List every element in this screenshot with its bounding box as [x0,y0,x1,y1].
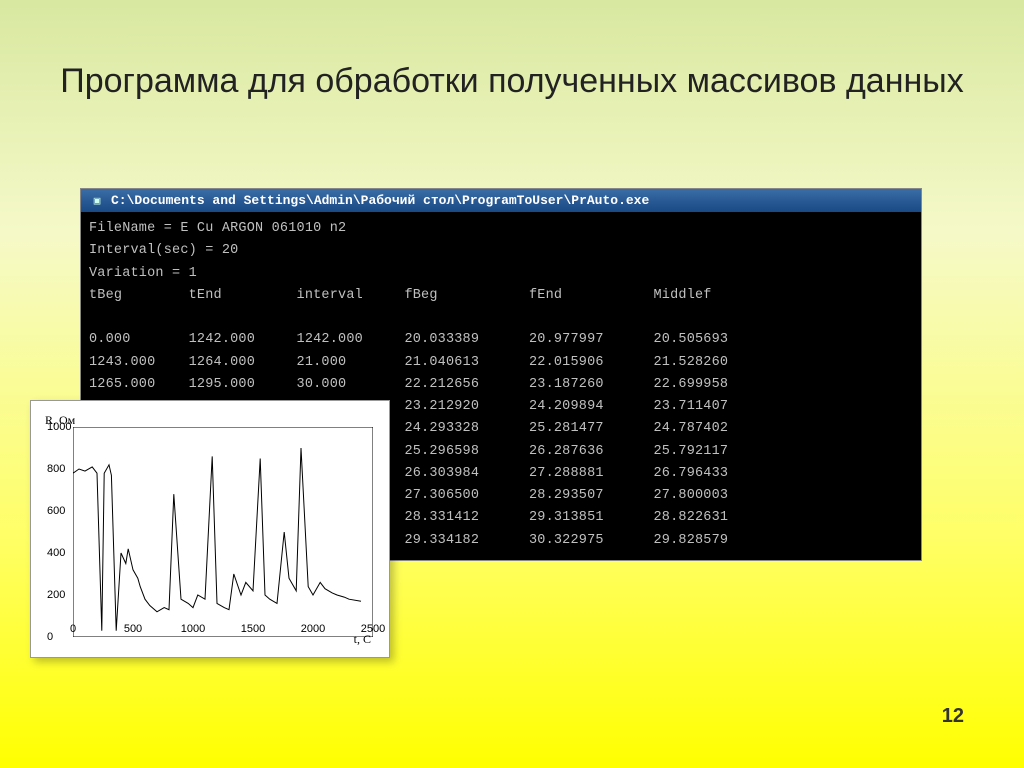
x-tick-label: 1000 [181,623,205,635]
app-icon: ▣ [89,194,105,208]
chart-line-plot [73,427,373,637]
column-headers: tBeg tEnd interval fBeg fEnd Middlef [89,288,737,303]
x-tick-label: 2500 [361,623,385,635]
header-line2: Interval(sec) = 20 [89,243,238,258]
console-titlebar: ▣ C:\Documents and Settings\Admin\Рабочи… [81,189,921,212]
x-tick-label: 0 [70,623,76,635]
x-tick-label: 2000 [301,623,325,635]
header-line1: FileName = E Cu ARGON 061010 n2 [89,221,346,236]
x-tick-label: 500 [124,623,142,635]
header-line3: Variation = 1 [89,266,197,281]
slide-title: Программа для обработки полученных масси… [0,0,1024,133]
y-tick-label: 600 [47,505,65,517]
y-tick-label: 400 [47,547,65,559]
chart-area: R, Ом t, С 02004006008001000 05001000150… [39,409,377,649]
x-tick-label: 1500 [241,623,265,635]
chart-inset: R, Ом t, С 02004006008001000 05001000150… [30,400,390,658]
y-tick-label: 1000 [47,421,71,433]
y-tick-label: 200 [47,589,65,601]
page-number: 12 [942,705,964,728]
y-tick-label: 800 [47,463,65,475]
y-tick-label: 0 [47,631,53,643]
console-title-text: C:\Documents and Settings\Admin\Рабочий … [111,193,649,208]
